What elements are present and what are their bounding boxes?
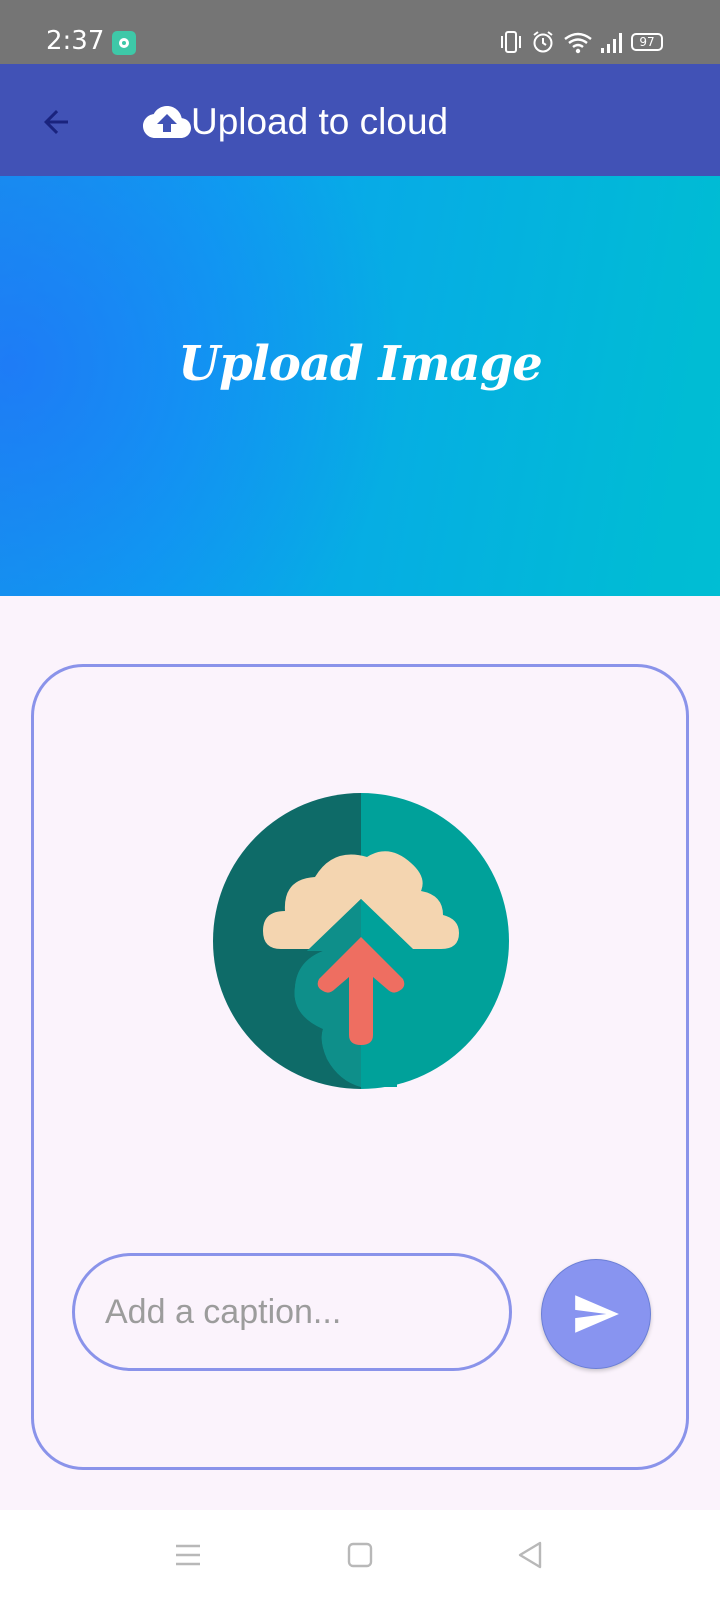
- navigation-bar: [0, 1510, 720, 1600]
- app-notification-icon: [112, 31, 136, 55]
- cloud-upload-illustration[interactable]: [211, 791, 511, 1091]
- header-banner: Upload Image: [0, 176, 720, 596]
- battery-level: 97: [639, 35, 655, 49]
- status-icons: 97: [499, 30, 674, 58]
- send-icon: [575, 1295, 619, 1333]
- nav-home-button[interactable]: [320, 1510, 400, 1600]
- nav-menu-button[interactable]: [148, 1510, 228, 1600]
- upload-card: [31, 664, 689, 1470]
- cloud-upload-icon: [143, 106, 191, 138]
- app-bar: Upload to cloud: [0, 64, 720, 176]
- home-icon: [347, 1542, 373, 1568]
- wifi-icon: [564, 32, 592, 54]
- nav-back-button[interactable]: [490, 1510, 570, 1600]
- send-button[interactable]: [541, 1259, 651, 1369]
- status-time: 2:37: [46, 26, 105, 56]
- menu-icon: [176, 1544, 200, 1566]
- alarm-icon: [533, 31, 553, 53]
- vibrate-icon: [501, 31, 521, 53]
- caption-input[interactable]: [72, 1253, 512, 1371]
- battery-icon: 97: [631, 33, 663, 51]
- back-button[interactable]: [28, 94, 84, 150]
- back-icon: [518, 1541, 542, 1569]
- app-title: Upload to cloud: [191, 101, 449, 142]
- status-bar: 2:37 97: [0, 0, 720, 64]
- app-title-group: Upload to cloud: [143, 98, 448, 146]
- signal-icon: [601, 33, 622, 53]
- arrow-back-icon: [44, 110, 68, 134]
- banner-title: Upload Image: [178, 336, 543, 392]
